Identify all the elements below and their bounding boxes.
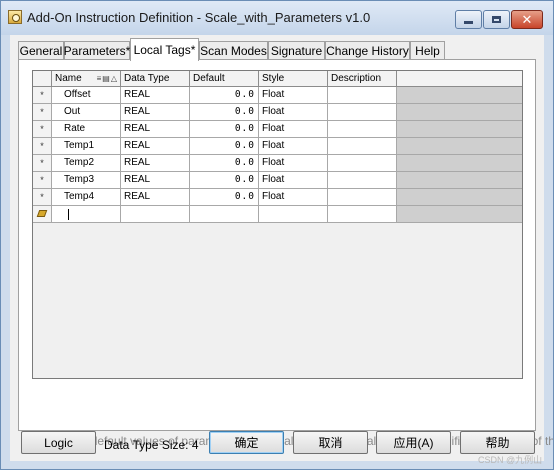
tag-name-cell[interactable]: Temp4 [52,189,121,206]
tag-name-cell[interactable]: Offset [52,87,121,104]
tab-signature[interactable]: Signature [268,41,325,60]
watermark: CSDN @九例山 [478,455,543,465]
description-cell[interactable] [328,104,397,121]
data-type-cell[interactable]: REAL [121,155,190,172]
default-value-cell[interactable]: 0.0 [190,104,259,121]
tab-change-history[interactable]: Change History [325,41,410,60]
ok-button[interactable]: 确定 [209,431,284,454]
maximize-button[interactable] [483,10,510,29]
logic-button[interactable]: Logic [21,431,96,454]
local-tags-grid[interactable]: Name ≡▤△ Data Type Default Style Descrip… [32,70,523,379]
row-filler [397,121,522,138]
description-cell[interactable] [328,87,397,104]
data-type-cell[interactable]: REAL [121,121,190,138]
new-tag-name-input[interactable] [52,206,121,223]
tag-name-cell[interactable]: Temp2 [52,155,121,172]
default-value-cell[interactable]: 0.0 [190,189,259,206]
tag-name-cell[interactable]: Rate [52,121,121,138]
row-filler [397,206,522,223]
description-cell[interactable] [328,121,397,138]
sort-filter-icon[interactable]: ≡▤△ [97,71,118,86]
header-data-type[interactable]: Data Type [121,71,190,87]
description-cell[interactable] [328,189,397,206]
maximize-icon [492,16,501,23]
tab-scan-modes[interactable]: Scan Modes [199,41,268,60]
dialog-client-area: General Parameters* Local Tags* Scan Mod… [10,35,553,461]
tag-name-cell[interactable]: Temp3 [52,172,121,189]
data-type-size: Data Type Size: 4 [104,438,199,452]
apply-button[interactable]: 应用(A) [376,431,451,454]
header-name-label: Name [55,73,82,84]
text-caret [68,209,69,220]
style-cell[interactable]: Float [259,87,328,104]
style-cell[interactable]: Float [259,121,328,138]
row-filler [397,104,522,121]
tag-name-cell[interactable]: Temp1 [52,138,121,155]
row-filler [397,87,522,104]
pencil-icon [36,210,48,217]
tag-name-cell[interactable]: Out [52,104,121,121]
new-description-cell[interactable] [328,206,397,223]
row-selector[interactable]: * [33,121,52,138]
new-data-type-cell[interactable] [121,206,190,223]
default-value-cell[interactable]: 0.0 [190,172,259,189]
window-title: Add-On Instruction Definition - Scale_wi… [27,10,371,25]
data-type-cell[interactable]: REAL [121,172,190,189]
style-cell[interactable]: Float [259,155,328,172]
row-filler [397,172,522,189]
minimize-icon [464,21,473,24]
new-row-selector[interactable] [33,206,52,223]
style-cell[interactable]: Float [259,104,328,121]
minimize-button[interactable] [455,10,482,29]
row-selector[interactable]: * [33,189,52,206]
row-filler [397,138,522,155]
local-tags-panel: Name ≡▤△ Data Type Default Style Descrip… [18,59,553,448]
header-description[interactable]: Description [328,71,397,87]
row-selector[interactable]: * [33,138,52,155]
tab-general[interactable]: General [18,41,64,60]
row-selector[interactable]: * [33,87,52,104]
row-selector[interactable]: * [33,104,52,121]
cancel-button[interactable]: 取消 [293,431,368,454]
header-default[interactable]: Default [190,71,259,87]
close-button[interactable]: ✕ [511,10,543,29]
tab-local-tags[interactable]: Local Tags* [130,38,199,61]
row-filler [397,155,522,172]
close-icon: ✕ [521,11,533,27]
header-style[interactable]: Style [259,71,328,87]
tab-parameters[interactable]: Parameters* [64,41,130,60]
data-type-cell[interactable]: REAL [121,87,190,104]
data-type-cell[interactable]: REAL [121,138,190,155]
data-type-cell[interactable]: REAL [121,104,190,121]
header-name[interactable]: Name ≡▤△ [52,71,121,87]
row-selector[interactable]: * [33,172,52,189]
data-type-cell[interactable]: REAL [121,189,190,206]
style-cell[interactable]: Float [259,138,328,155]
default-value-cell[interactable]: 0.0 [190,138,259,155]
style-cell[interactable]: Float [259,189,328,206]
default-value-cell[interactable]: 0.0 [190,155,259,172]
default-value-cell[interactable]: 0.0 [190,87,259,104]
default-value-cell[interactable]: 0.0 [190,121,259,138]
app-icon [8,10,22,24]
description-cell[interactable] [328,172,397,189]
add-on-instruction-window: Add-On Instruction Definition - Scale_wi… [0,0,554,470]
row-selector[interactable]: * [33,155,52,172]
description-cell[interactable] [328,155,397,172]
style-cell[interactable]: Float [259,172,328,189]
help-button[interactable]: 帮助 [460,431,535,454]
new-style-cell[interactable] [259,206,328,223]
description-cell[interactable] [328,138,397,155]
tab-help[interactable]: Help [410,41,445,60]
new-default-value-cell[interactable] [190,206,259,223]
header-filler [397,71,522,87]
header-row-selector [33,71,52,87]
row-filler [397,189,522,206]
title-bar[interactable]: Add-On Instruction Definition - Scale_wi… [1,1,553,35]
